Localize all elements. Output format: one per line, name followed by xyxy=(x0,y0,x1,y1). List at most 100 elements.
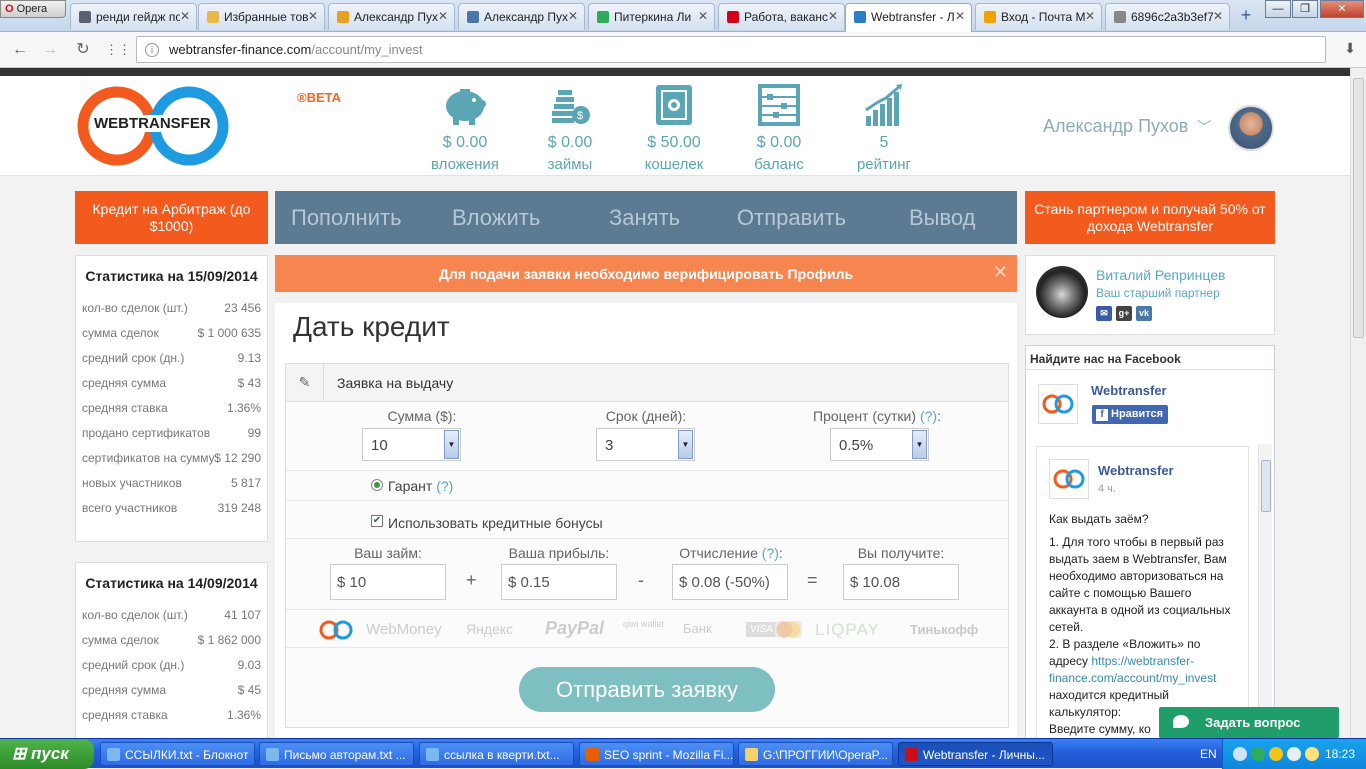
menu-borrow[interactable]: Занять xyxy=(609,205,680,231)
your-profit-field[interactable]: $ 0.15 xyxy=(501,564,617,600)
tab-close-icon[interactable]: ✕ xyxy=(698,9,708,23)
tray-network-icon[interactable] xyxy=(1233,747,1247,761)
stats-row-label: сумма сделок xyxy=(82,326,159,340)
browser-tab[interactable]: Вход - Почта М ✕ xyxy=(975,3,1102,30)
back-arrow-icon[interactable]: ← xyxy=(9,39,31,61)
facebook-page-name[interactable]: Webtransfer xyxy=(1091,383,1167,398)
reload-icon[interactable]: ↻ xyxy=(72,39,94,61)
taskbar-button[interactable]: Письмо авторам.txt ... xyxy=(259,742,414,766)
browser-tab[interactable]: Александр Пух ✕ xyxy=(458,3,585,30)
partner-avatar[interactable] xyxy=(1036,266,1088,318)
download-icon[interactable]: ⬇ xyxy=(1344,40,1356,57)
menu-send[interactable]: Отправить xyxy=(737,205,846,231)
deduction-help-link[interactable]: (?) xyxy=(762,545,779,561)
tray-app-icon[interactable] xyxy=(1305,747,1319,761)
percent-help-link[interactable]: (?) xyxy=(920,408,937,424)
minimize-button[interactable]: — xyxy=(1265,0,1291,18)
browser-tab[interactable]: Избранные тов ✕ xyxy=(198,3,325,30)
your-loan-field[interactable]: $ 10 xyxy=(330,564,446,600)
scroll-thumb[interactable] xyxy=(1261,460,1271,512)
bonus-checkbox[interactable]: ✔ xyxy=(371,515,383,527)
stats-row-value: $ 12 290 xyxy=(214,451,261,465)
facebook-scrollbar[interactable] xyxy=(1258,444,1272,738)
tray-app-icon[interactable] xyxy=(1251,747,1265,761)
tab-close-icon[interactable]: ✕ xyxy=(955,9,965,23)
tray-volume-icon[interactable] xyxy=(1287,747,1301,761)
page-scrollbar[interactable] xyxy=(1350,68,1366,738)
tray-app-icon[interactable] xyxy=(1269,747,1283,761)
header-stat-рейтинг[interactable]: 5 рейтинг xyxy=(834,82,934,173)
browser-tab[interactable]: Александр Пух ✕ xyxy=(328,3,455,30)
user-avatar[interactable] xyxy=(1228,105,1274,151)
post-author-logo[interactable] xyxy=(1049,459,1089,499)
facebook-page-logo[interactable] xyxy=(1038,384,1078,424)
you-get-field[interactable]: $ 10.08 xyxy=(843,564,959,600)
google-plus-icon[interactable]: g+ xyxy=(1116,306,1132,321)
partner-program-banner[interactable]: Стань партнером и получай 50% от дохода … xyxy=(1025,191,1275,244)
tab-close-icon[interactable]: ✕ xyxy=(180,9,190,23)
language-indicator[interactable]: EN xyxy=(1200,747,1217,761)
browser-tab[interactable]: 6896c2a3b3ef7 ✕ xyxy=(1105,3,1230,30)
webtransfer-logo-icon xyxy=(1042,394,1074,414)
task-title: Webtransfer - Личны... xyxy=(923,748,1045,762)
maximize-button[interactable]: ❐ xyxy=(1292,0,1318,18)
browser-tab[interactable]: Работа, ваканс ✕ xyxy=(718,3,845,30)
menu-invest[interactable]: Вложить xyxy=(452,205,540,231)
guarantee-radio[interactable] xyxy=(371,479,383,491)
close-icon[interactable]: ✕ xyxy=(993,262,1008,283)
header-stat-займы[interactable]: $ $ 0.00 займы xyxy=(520,82,620,173)
tab-close-icon[interactable]: ✕ xyxy=(1213,9,1223,23)
tab-close-icon[interactable]: ✕ xyxy=(568,9,578,23)
tab-close-icon[interactable]: ✕ xyxy=(828,9,838,23)
header-stat-вложения[interactable]: $ 0.00 вложения xyxy=(415,82,515,173)
opera-menu-button[interactable]: O Opera xyxy=(0,0,66,18)
facebook-like-button[interactable]: f Нравится xyxy=(1092,405,1168,424)
post-author-name[interactable]: Webtransfer xyxy=(1098,463,1174,478)
stats-row-label: средняя сумма xyxy=(82,683,167,697)
clock[interactable]: 18:23 xyxy=(1325,747,1355,761)
guarantee-label: Гарант xyxy=(388,478,433,494)
user-menu[interactable]: Александр Пухов ﹀ xyxy=(1043,116,1211,137)
taskbar-button[interactable]: G:\ПРОГГИИ\OperaP... xyxy=(738,742,893,766)
taskbar-button[interactable]: ссылка в кверти.txt... xyxy=(419,742,574,766)
arbitrage-credit-banner[interactable]: Кредит на Арбитраж (до $1000) xyxy=(75,191,268,244)
mail-icon[interactable]: ✉ xyxy=(1096,306,1112,321)
taskbar-button[interactable]: SEO sprint - Mozilla Fi... xyxy=(579,742,734,766)
taskbar-button[interactable]: ССЫЛКИ.txt - Блокнот xyxy=(100,742,255,766)
taskbar-button[interactable]: Webtransfer - Личны... xyxy=(898,742,1053,766)
browser-tab-bar: O Opera ренди гейдж по ✕ Избранные тов ✕ Алек… xyxy=(0,0,1366,32)
page-info-icon[interactable]: i xyxy=(145,43,159,57)
menu-deposit[interactable]: Пополнить xyxy=(291,205,402,231)
vk-icon[interactable]: vk xyxy=(1136,306,1152,321)
speed-dial-grid-icon[interactable]: ⋮⋮⋮ xyxy=(105,39,144,61)
start-label: пуск xyxy=(30,744,69,763)
percent-select[interactable]: 0.5% ▼ xyxy=(830,428,929,461)
new-tab-button[interactable]: + xyxy=(1236,6,1256,26)
forward-arrow-icon[interactable]: → xyxy=(39,39,61,61)
header-stat-баланс[interactable]: $ 0.00 баланс xyxy=(729,82,829,173)
browser-tab[interactable]: Питеркина Ли ✕ xyxy=(588,3,715,30)
url-field[interactable]: i webtransfer-finance.com/account/my_inv… xyxy=(136,36,1326,63)
start-button[interactable]: ⊞ пуск xyxy=(0,739,94,769)
scroll-thumb[interactable] xyxy=(1353,78,1364,338)
tab-close-icon[interactable]: ✕ xyxy=(438,9,448,23)
browser-tab[interactable]: ренди гейдж по ✕ xyxy=(70,3,197,30)
stats-row: средняя ставка 1.36% xyxy=(76,708,267,733)
menu-withdraw[interactable]: Вывод xyxy=(909,205,976,231)
amount-select[interactable]: 10 ▼ xyxy=(362,428,461,461)
tab-close-icon[interactable]: ✕ xyxy=(1085,9,1095,23)
stats-row: средняя сумма $ 45 xyxy=(76,683,267,708)
post-time[interactable]: 4 ч. xyxy=(1098,483,1116,495)
submit-request-button[interactable]: Отправить заявку xyxy=(519,667,775,712)
ask-question-button[interactable]: Задать вопрос xyxy=(1159,707,1339,738)
guarantee-help-link[interactable]: (?) xyxy=(436,478,453,494)
header-stat-кошелек[interactable]: $ 50.00 кошелек xyxy=(624,82,724,173)
term-select[interactable]: 3 ▼ xyxy=(596,428,695,461)
partner-name[interactable]: Виталий Репринцев xyxy=(1096,267,1225,283)
deduction-field[interactable]: $ 0.08 (-50%) xyxy=(672,564,788,600)
tab-close-icon[interactable]: ✕ xyxy=(308,9,318,23)
beta-badge: ®BETA xyxy=(297,90,342,105)
browser-tab[interactable]: Webtransfer - Л ✕ xyxy=(845,3,972,32)
webtransfer-logo[interactable]: WEBTRANSFER ®BETA xyxy=(75,84,341,168)
close-window-button[interactable]: ✕ xyxy=(1320,0,1364,18)
